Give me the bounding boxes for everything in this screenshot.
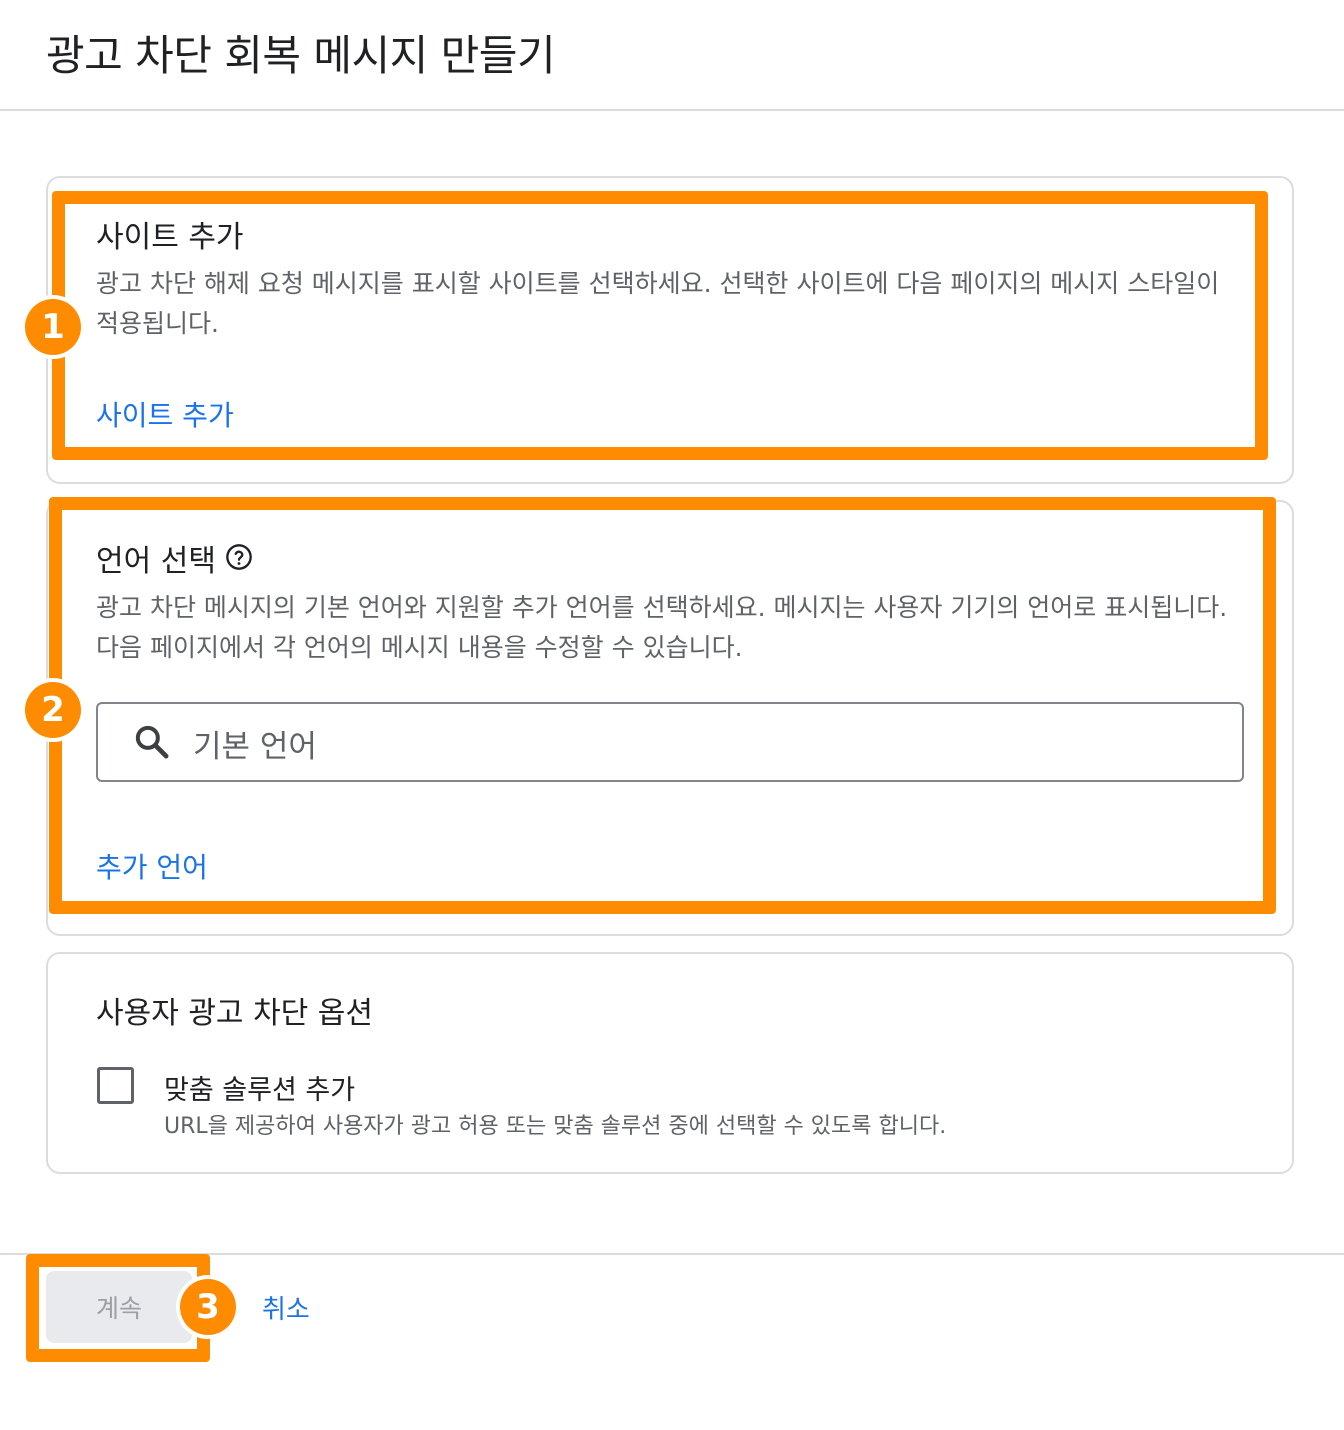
- options-card: [46, 952, 1294, 1174]
- options-section-title: 사용자 광고 차단 옵션: [96, 996, 374, 1031]
- step-badge-3: 3: [180, 1279, 236, 1335]
- footer-divider: [0, 1253, 1344, 1255]
- continue-button[interactable]: 계속: [46, 1271, 192, 1343]
- header-divider: [0, 109, 1344, 111]
- add-site-link[interactable]: 사이트 추가: [96, 394, 234, 434]
- add-language-link[interactable]: 추가 언어: [96, 846, 208, 886]
- cancel-button[interactable]: 취소: [262, 1289, 310, 1326]
- language-section-title: 언어 선택: [96, 544, 216, 579]
- page-title: 광고 차단 회복 메시지 만들기: [46, 31, 556, 80]
- primary-language-search-input[interactable]: 기본 언어: [96, 702, 1244, 782]
- step-badge-1: 1: [25, 299, 81, 355]
- language-section-description: 광고 차단 메시지의 기본 언어와 지원할 추가 언어를 선택하세요. 메시지는…: [96, 593, 1228, 662]
- custom-solution-checkbox[interactable]: [97, 1067, 134, 1104]
- custom-solution-label[interactable]: 맞춤 솔루션 추가: [164, 1068, 355, 1107]
- custom-solution-description: URL을 제공하여 사용자가 광고 허용 또는 맞춤 솔루션 중에 선택할 수 …: [164, 1114, 947, 1139]
- sites-section-title: 사이트 추가: [96, 220, 244, 255]
- search-icon: [135, 725, 169, 759]
- step-badge-2: 2: [25, 682, 81, 738]
- sites-section-description: 광고 차단 해제 요청 메시지를 표시할 사이트를 선택하세요. 선택한 사이트…: [96, 269, 1220, 338]
- help-circle-icon[interactable]: [225, 543, 253, 571]
- search-placeholder: 기본 언어: [193, 729, 317, 765]
